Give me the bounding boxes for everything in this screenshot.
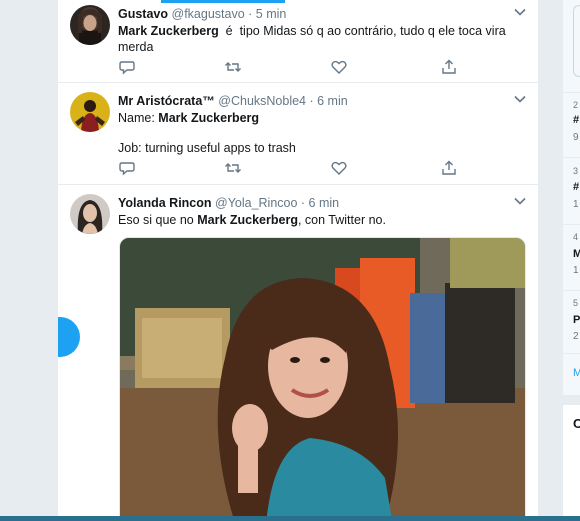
trend-separator bbox=[563, 92, 580, 93]
display-name[interactable]: Mr Aristócrata™ bbox=[118, 94, 215, 108]
display-name[interactable]: Gustavo bbox=[118, 7, 168, 21]
avatar[interactable] bbox=[70, 194, 110, 234]
highlighted-term: Mark Zuckerberg bbox=[118, 24, 219, 38]
trends-panel: 2 # 9 3 # 1 4 M 1 5 P 2 M C bbox=[563, 0, 580, 521]
search-box[interactable] bbox=[573, 5, 580, 77]
window-bottom-edge bbox=[0, 516, 580, 521]
tweet-mr-aristocrata[interactable]: Mr Aristócrata™ @ChuksNoble4 · 6 min Nam… bbox=[58, 83, 538, 185]
highlighted-term: Mark Zuckerberg bbox=[158, 111, 260, 125]
trend-rank: 4 bbox=[573, 232, 579, 242]
trend-subtitle: 9 bbox=[573, 132, 579, 143]
share-icon[interactable] bbox=[440, 159, 458, 177]
reply-icon[interactable] bbox=[118, 58, 136, 76]
trend-subtitle: 1 bbox=[573, 199, 579, 210]
user-handle[interactable]: @Yola_Rincoo bbox=[215, 196, 297, 210]
tweet-media-gif[interactable] bbox=[119, 237, 526, 521]
trend-separator bbox=[563, 157, 580, 158]
trend-subtitle: 1 bbox=[573, 265, 579, 276]
retweet-icon[interactable] bbox=[224, 58, 242, 76]
trend-rank: 2 bbox=[573, 100, 579, 110]
tweet-text-line-1: Name: Mark Zuckerberg bbox=[118, 110, 524, 126]
user-handle[interactable]: @fkagustavo bbox=[172, 7, 245, 21]
tweet-text: Mark Zuckerberg é tipo Midas só q ao con… bbox=[118, 23, 524, 55]
show-more-link[interactable]: M bbox=[573, 367, 580, 379]
trend-title[interactable]: P bbox=[573, 314, 580, 326]
trend-title[interactable]: # bbox=[573, 181, 579, 193]
trend-rank: 5 bbox=[573, 298, 579, 308]
avatar[interactable] bbox=[70, 92, 110, 132]
trend-separator bbox=[563, 224, 580, 225]
user-handle[interactable]: @ChuksNoble4 bbox=[218, 94, 306, 108]
tweet-text-prefix: Name: bbox=[118, 111, 159, 125]
heart-icon[interactable] bbox=[330, 159, 348, 177]
trend-rank: 3 bbox=[573, 166, 579, 176]
tweet-text-prefix: Eso si que no bbox=[118, 213, 198, 227]
tweet-header: Mr Aristócrata™ @ChuksNoble4 · 6 min bbox=[118, 93, 524, 109]
timestamp[interactable]: · 6 min bbox=[301, 196, 339, 210]
tweet-actions bbox=[118, 159, 458, 177]
timeline-feed: Gustavo @fkagustavo · 5 min Mark Zuckerb… bbox=[57, 0, 539, 521]
tweet-text-line-2: Job: turning useful apps to trash bbox=[118, 141, 296, 155]
trend-subtitle: 2 bbox=[573, 331, 579, 342]
display-name[interactable]: Yolanda Rincon bbox=[118, 196, 212, 210]
tweet-yolanda-rincon[interactable]: Yolanda Rincon @Yola_Rincoo · 6 min Eso … bbox=[58, 185, 538, 521]
tweet-header: Gustavo @fkagustavo · 5 min bbox=[118, 6, 524, 22]
trend-title[interactable]: # bbox=[573, 114, 579, 126]
timestamp[interactable]: · 6 min bbox=[310, 94, 348, 108]
panel-gap bbox=[563, 395, 580, 405]
tweet-text: Eso si que no Mark Zuckerberg, con Twitt… bbox=[118, 212, 524, 228]
avatar[interactable] bbox=[70, 5, 110, 45]
tweet-gustavo[interactable]: Gustavo @fkagustavo · 5 min Mark Zuckerb… bbox=[58, 0, 538, 83]
timestamp[interactable]: · 5 min bbox=[248, 7, 286, 21]
highlighted-term: Mark Zuckerberg bbox=[197, 213, 298, 227]
chevron-down-icon[interactable] bbox=[514, 94, 526, 104]
share-icon[interactable] bbox=[440, 58, 458, 76]
retweet-icon[interactable] bbox=[224, 159, 242, 177]
reply-icon[interactable] bbox=[118, 159, 136, 177]
trend-separator bbox=[563, 353, 580, 354]
chevron-down-icon[interactable] bbox=[514, 7, 526, 17]
tweet-header: Yolanda Rincon @Yola_Rincoo · 6 min bbox=[118, 195, 524, 211]
tweet-actions bbox=[118, 58, 458, 76]
chevron-down-icon[interactable] bbox=[514, 196, 526, 206]
tweet-text-rest: , con Twitter no. bbox=[297, 213, 386, 227]
heart-icon[interactable] bbox=[330, 58, 348, 76]
trend-title[interactable]: M bbox=[573, 248, 580, 260]
trend-separator bbox=[563, 290, 580, 291]
panel-heading: C bbox=[573, 416, 580, 431]
